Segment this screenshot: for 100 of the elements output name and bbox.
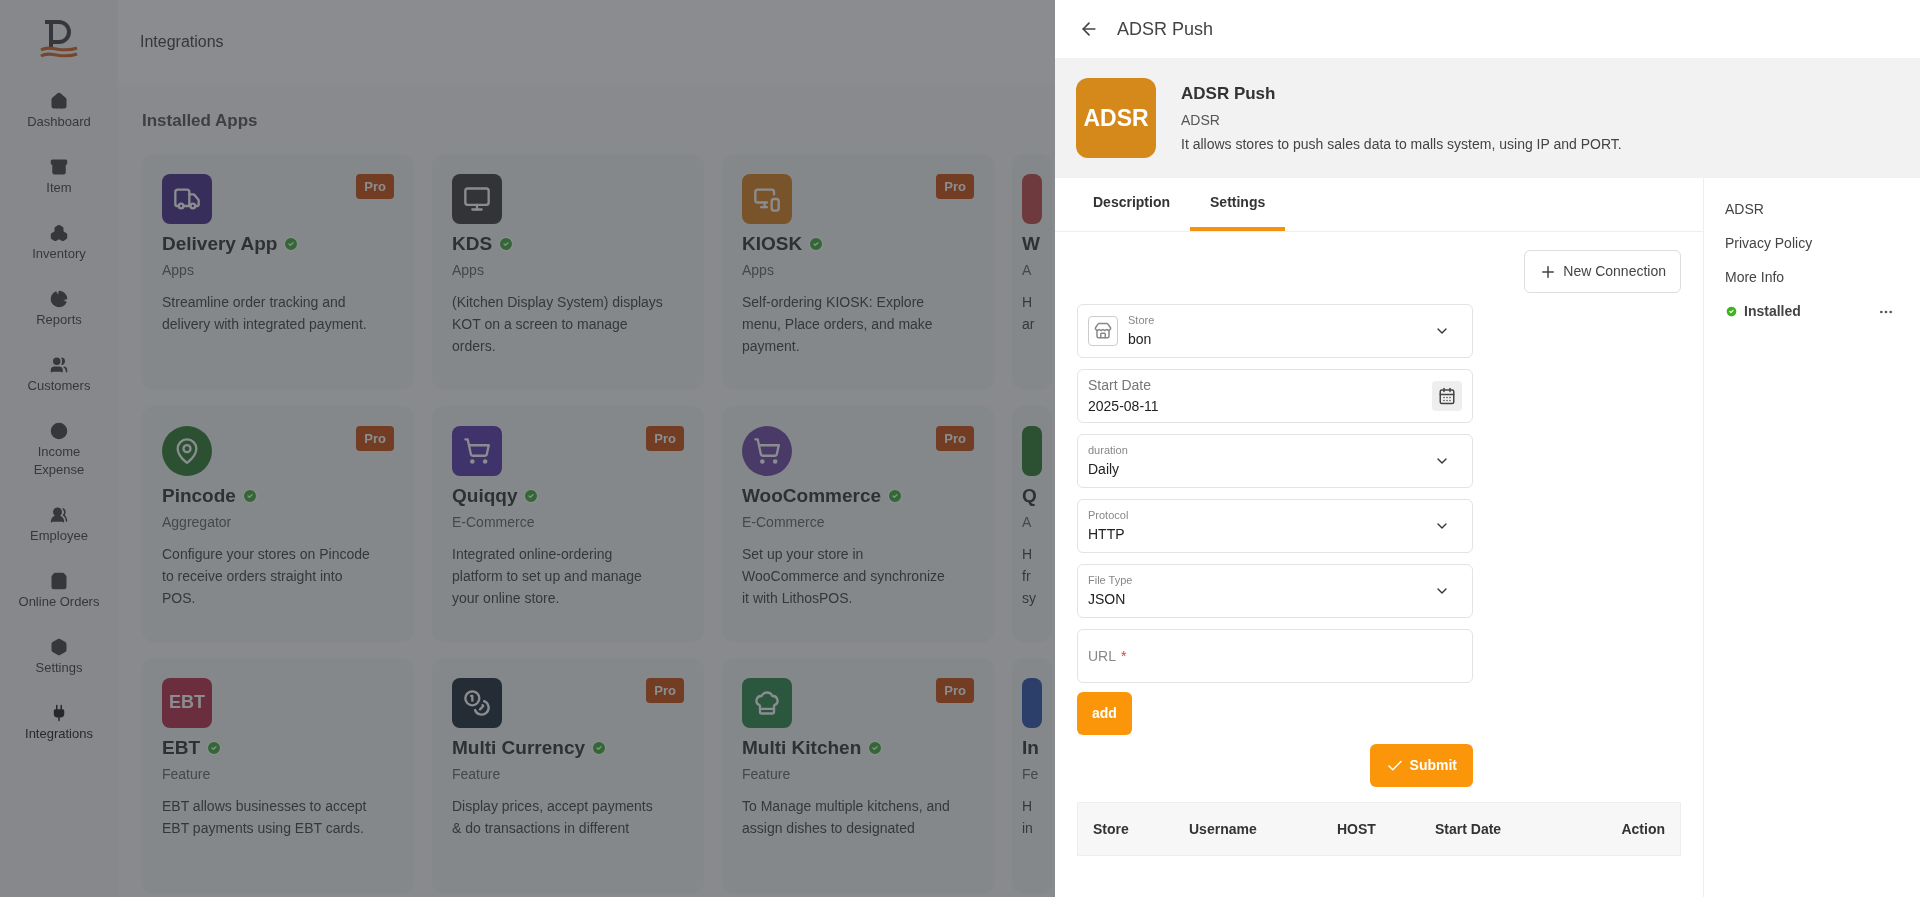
pro-badge: Pro xyxy=(646,677,684,703)
app-category: Feature xyxy=(742,765,792,784)
app-description-line: POS. xyxy=(162,589,197,608)
app-description-line: assign dishes to designated xyxy=(742,819,916,838)
select-field[interactable]: Protocol HTTP xyxy=(1077,499,1473,553)
new-connection-button[interactable]: New Connection xyxy=(1524,250,1681,293)
pro-badge: Pro xyxy=(646,425,684,451)
field-value: 2025-08-11 xyxy=(1088,397,1160,416)
app-description-line: delivery with integrated payment. xyxy=(162,315,368,334)
app-description-line: orders. xyxy=(452,337,497,356)
pro-badge: Pro xyxy=(356,173,394,199)
sidebar-item[interactable]: Inventory xyxy=(7,224,111,263)
sidebar-item-icon xyxy=(50,422,68,440)
app-category: E-Commerce xyxy=(452,513,536,532)
app-description: It allows stores to push sales data to malls system, using IP and PORT. xyxy=(1181,134,1622,154)
field-placeholder: URL xyxy=(1088,646,1116,666)
column-header: Username xyxy=(1189,819,1258,839)
info-link[interactable]: Privacy Policy xyxy=(1725,233,1899,254)
app-name: KIOSK xyxy=(742,231,803,256)
app-category: A xyxy=(1022,261,1033,280)
select-field[interactable]: File Type JSON xyxy=(1077,564,1473,618)
tab[interactable]: Settings xyxy=(1190,178,1286,231)
app-name: Quiqqy xyxy=(452,483,518,508)
app-description-line: EBT allows businesses to accept xyxy=(162,797,368,816)
app-category: Apps xyxy=(742,261,775,280)
info-link[interactable]: ADSR xyxy=(1725,199,1899,220)
field-value: HTTP xyxy=(1088,524,1126,544)
app-logo xyxy=(1022,677,1042,728)
app-category: E-Commerce xyxy=(742,513,826,532)
sidebar-item-icon xyxy=(50,224,68,242)
tab[interactable]: Description xyxy=(1073,178,1190,231)
submit-button[interactable]: Submit xyxy=(1369,744,1473,787)
app-description-line: To Manage multiple kitchens, and xyxy=(742,797,951,816)
app-name: Q xyxy=(1022,483,1037,508)
pro-badge: Pro xyxy=(936,173,974,199)
app-description-line: it with LithosPOS. xyxy=(742,589,854,608)
app-description-line: your online store. xyxy=(452,589,561,608)
app-logo-icon xyxy=(463,436,491,465)
app-description-line: Self-ordering KIOSK: Explore xyxy=(742,293,926,312)
app-description-line: Streamline order tracking and xyxy=(162,293,347,312)
app-name: In xyxy=(1022,735,1039,760)
app-description-line: KOT on a screen to manage xyxy=(452,315,629,334)
app-category: Feature xyxy=(162,765,212,784)
app-description-line: payment. xyxy=(742,337,801,356)
sidebar-item-icon xyxy=(50,290,68,308)
field-value: Daily xyxy=(1088,459,1121,479)
app-logo-text: ADSR xyxy=(1083,103,1149,133)
app-name: W xyxy=(1022,231,1040,256)
info-link[interactable]: More Info xyxy=(1725,267,1899,288)
app-description-line: WooCommerce and synchronize xyxy=(742,567,946,586)
store-select[interactable]: Store bon xyxy=(1077,304,1473,358)
app-description-line: H xyxy=(1022,545,1034,564)
app-name: Delivery App xyxy=(162,231,278,256)
sidebar-item[interactable]: Item xyxy=(7,158,111,197)
sidebar-item[interactable]: Employee xyxy=(7,506,111,545)
app-description-line: EBT payments using EBT cards. xyxy=(162,819,365,838)
sidebar-item[interactable]: Settings xyxy=(7,638,111,677)
app-name: Multi Kitchen xyxy=(742,735,862,760)
sidebar-item[interactable]: Dashboard xyxy=(7,92,111,131)
calendar-icon[interactable] xyxy=(1432,381,1462,411)
field-value: bon xyxy=(1128,329,1153,349)
app-description-line: (Kitchen Display System) displays xyxy=(452,293,664,312)
sidebar-item-icon xyxy=(50,92,68,110)
pro-badge: Pro xyxy=(356,425,394,451)
add-button[interactable]: add xyxy=(1077,692,1132,735)
sidebar-item[interactable]: Reports xyxy=(7,290,111,329)
app-logo xyxy=(1022,425,1042,476)
app-description-line: ar xyxy=(1022,315,1036,334)
column-header: Start Date xyxy=(1435,819,1503,839)
app-description-line: to receive orders straight into xyxy=(162,567,344,586)
sidebar-item[interactable]: Customers xyxy=(7,356,111,395)
select-field[interactable]: duration Daily xyxy=(1077,434,1473,488)
url-field[interactable]: URL * xyxy=(1077,629,1473,683)
app-description-line: Set up your store in xyxy=(742,545,865,564)
app-logo xyxy=(1022,173,1042,224)
app-name: KDS xyxy=(452,231,493,256)
app-description-line: platform to set up and manage xyxy=(452,567,643,586)
column-header: Action xyxy=(1621,819,1665,839)
app-description-line: & do transactions in different xyxy=(452,819,631,838)
field-value: JSON xyxy=(1088,589,1127,609)
sidebar-item[interactable]: Income Expense xyxy=(7,422,111,479)
pro-badge: Pro xyxy=(936,425,974,451)
app-name: Pincode xyxy=(162,483,236,508)
app-logo-icon xyxy=(463,184,491,213)
field-label: Start Date xyxy=(1088,376,1153,395)
app-description-line: H xyxy=(1022,797,1034,816)
section-title: Installed Apps xyxy=(142,111,258,130)
app-description-line: Display prices, accept payments xyxy=(452,797,654,816)
app-logo-icon xyxy=(753,436,781,465)
field-label: File Type xyxy=(1088,573,1134,589)
sidebar-item-icon xyxy=(50,638,68,656)
sidebar-item[interactable]: Integrations xyxy=(7,704,111,743)
drawer-title: ADSR Push xyxy=(1117,17,1214,41)
sidebar-item[interactable]: Online Orders xyxy=(7,572,111,611)
app-description-line: Integrated online-ordering xyxy=(452,545,614,564)
field-label: duration xyxy=(1088,443,1129,459)
app-category: A xyxy=(1022,513,1033,532)
app-name: EBT xyxy=(162,735,200,760)
sidebar-item-icon xyxy=(50,356,68,374)
date-field[interactable]: Start Date 2025-08-11 xyxy=(1077,369,1473,423)
